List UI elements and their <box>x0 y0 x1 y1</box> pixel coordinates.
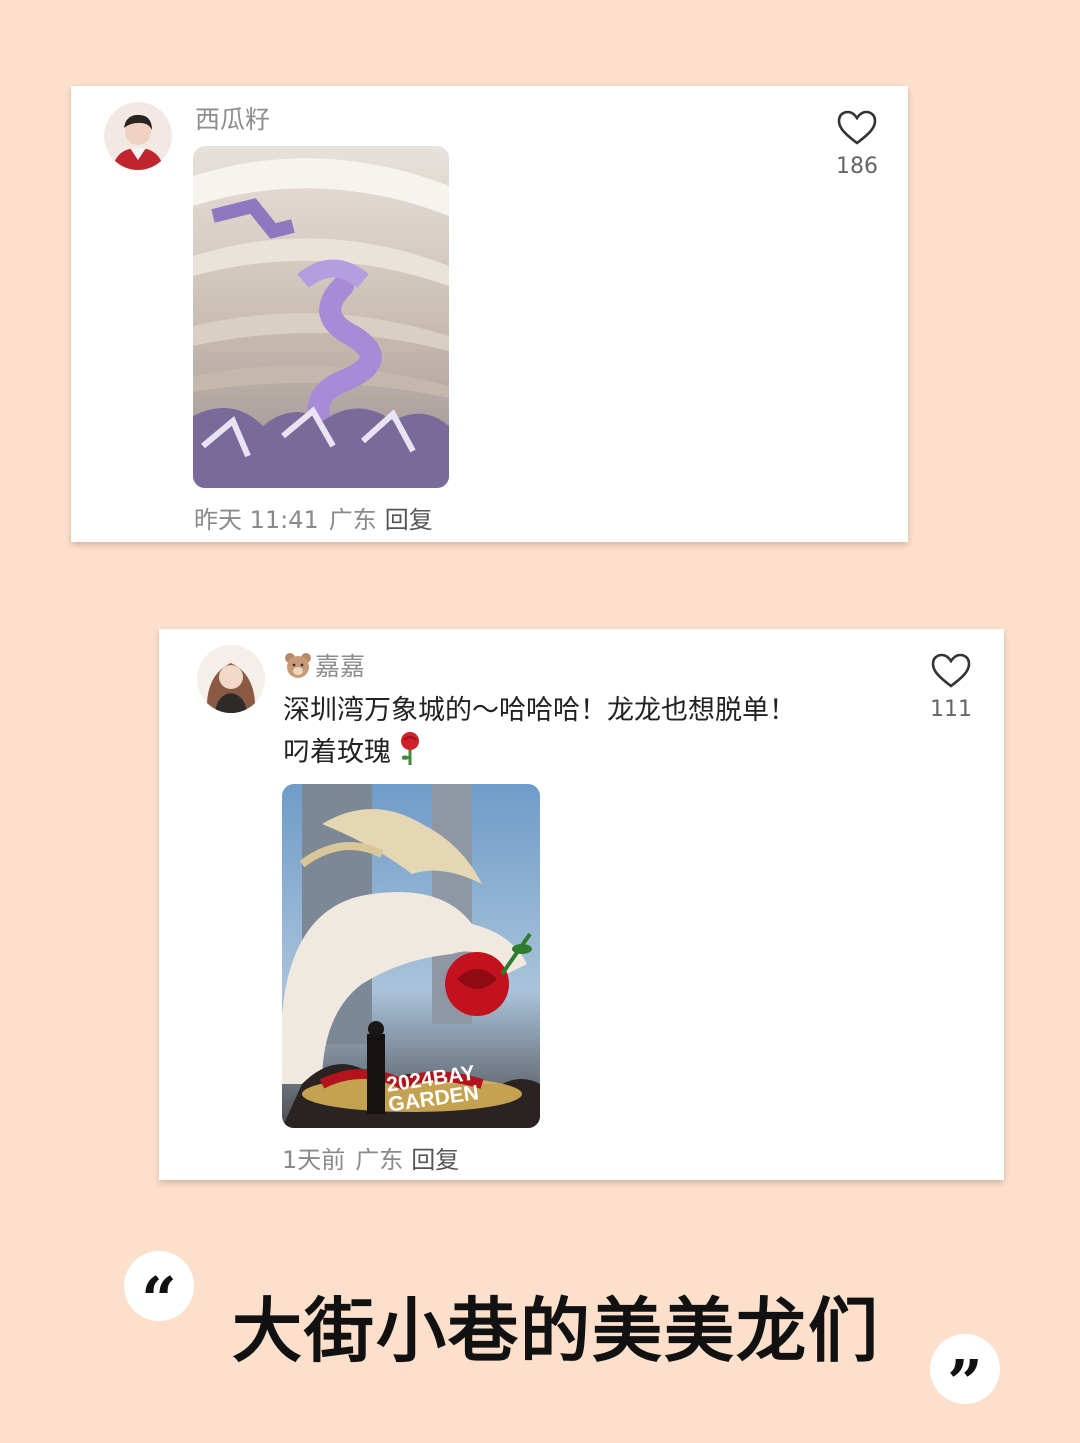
timestamp: 昨天 11:41 <box>194 506 319 534</box>
username[interactable]: 西瓜籽 <box>195 100 270 136</box>
timestamp: 1天前 <box>282 1146 346 1174</box>
comment-photo[interactable] <box>193 146 449 488</box>
comment-text-line2: 叼着玫瑰 <box>283 737 391 768</box>
location: 广东 <box>328 506 377 534</box>
comment-meta: 1天前 广东 回复 <box>282 1140 459 1175</box>
avatar[interactable] <box>197 645 265 713</box>
open-quote-icon: “ <box>124 1251 194 1336</box>
like-button[interactable]: 186 <box>827 110 887 179</box>
close-quote-icon: ” <box>930 1334 1000 1419</box>
like-count: 186 <box>836 154 878 179</box>
comment-photo[interactable]: 2024BAYGARDEN <box>282 784 540 1128</box>
username-text: 嘉嘉 <box>315 652 366 681</box>
username[interactable]: 嘉嘉 <box>283 647 365 685</box>
heart-outline-icon <box>837 110 877 145</box>
dragon-rose-photo: 2024BAYGARDEN <box>282 784 540 1128</box>
reply-button[interactable]: 回复 <box>411 1146 459 1174</box>
headline: 大街小巷的美美龙们 <box>232 1290 880 1372</box>
mall-dragon-photo <box>193 146 449 488</box>
comment-text: 深圳湾万象城的～哈哈哈！龙龙也想脱单！ 叼着玫瑰 <box>283 690 883 779</box>
heart-outline-icon <box>931 653 971 688</box>
male-avatar-icon <box>104 102 172 170</box>
location: 广东 <box>355 1146 404 1174</box>
comment-meta: 昨天 11:41 广东 回复 <box>194 500 433 535</box>
like-button[interactable]: 111 <box>921 653 981 722</box>
like-count: 111 <box>930 697 972 722</box>
avatar[interactable] <box>104 102 172 170</box>
comment-card-2: 嘉嘉 深圳湾万象城的～哈哈哈！龙龙也想脱单！ 叼着玫瑰 2024BAYGARDE… <box>159 629 1004 1180</box>
comment-text-line1: 深圳湾万象城的～哈哈哈！龙龙也想脱单！ <box>283 695 796 726</box>
reply-button[interactable]: 回复 <box>385 506 433 534</box>
rose-emoji-icon <box>397 731 423 779</box>
comment-card-1: 西瓜籽 昨天 11:41 广东 回复 186 <box>71 86 908 542</box>
bear-emoji-icon <box>283 651 313 685</box>
female-avatar-icon <box>197 645 265 713</box>
